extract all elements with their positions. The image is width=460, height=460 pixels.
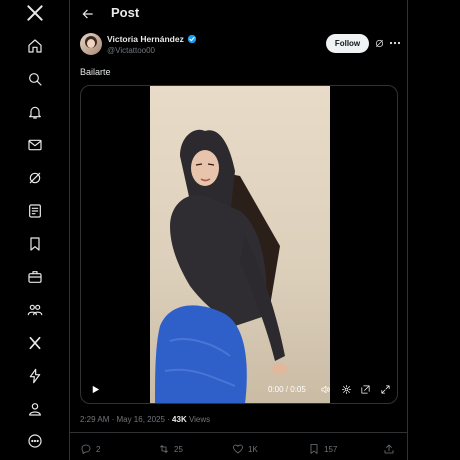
verified-badge-icon bbox=[187, 34, 197, 44]
share-button[interactable] bbox=[383, 442, 399, 456]
post-timestamp[interactable]: 2:29 AM · May 16, 2025 · bbox=[80, 415, 172, 424]
bookmark-button[interactable]: 157 bbox=[308, 442, 337, 456]
verified-orgs-bolt-icon[interactable] bbox=[25, 366, 45, 386]
grok-icon[interactable] bbox=[25, 168, 45, 188]
bookmark-icon bbox=[310, 444, 318, 454]
play-icon[interactable] bbox=[88, 382, 102, 396]
follow-button[interactable]: Follow bbox=[326, 34, 369, 53]
bookmarks-icon[interactable] bbox=[25, 234, 45, 254]
repost-count: 25 bbox=[174, 444, 183, 454]
share-icon bbox=[384, 444, 394, 454]
explore-search-icon[interactable] bbox=[25, 69, 45, 89]
repost-icon bbox=[160, 445, 168, 453]
x-logo-icon[interactable] bbox=[25, 3, 45, 23]
pip-icon[interactable] bbox=[358, 382, 372, 396]
jobs-briefcase-icon[interactable] bbox=[25, 267, 45, 287]
post-meta: 2:29 AM · May 16, 2025 · 43K Views bbox=[80, 415, 210, 424]
video-person-image bbox=[155, 129, 288, 403]
avatar[interactable] bbox=[80, 33, 102, 55]
repost-button[interactable]: 25 bbox=[158, 442, 183, 456]
sidebar-nav bbox=[0, 0, 70, 460]
volume-icon[interactable] bbox=[318, 382, 332, 396]
home-icon[interactable] bbox=[25, 36, 45, 56]
post-header: Post bbox=[70, 0, 408, 28]
post-text: Bailarte bbox=[80, 67, 111, 77]
reply-count: 2 bbox=[96, 444, 101, 454]
like-button[interactable]: 1K bbox=[232, 442, 258, 456]
more-circle-icon[interactable] bbox=[25, 431, 45, 451]
profile-icon[interactable] bbox=[25, 399, 45, 419]
views-count: 43K bbox=[172, 415, 187, 424]
divider bbox=[70, 432, 408, 433]
video-thumbnail[interactable] bbox=[150, 86, 330, 403]
page-title: Post bbox=[111, 5, 140, 20]
author-name[interactable]: Victoria Hernández bbox=[107, 34, 184, 44]
communities-icon[interactable] bbox=[25, 300, 45, 320]
lists-icon[interactable] bbox=[25, 201, 45, 221]
fullscreen-icon[interactable] bbox=[378, 382, 392, 396]
notifications-bell-icon[interactable] bbox=[25, 102, 45, 122]
video-time: 0:00 / 0:05 bbox=[268, 385, 306, 394]
arrow-left-icon[interactable] bbox=[78, 4, 98, 24]
settings-gear-icon[interactable] bbox=[339, 382, 353, 396]
video-controls: 0:00 / 0:05 bbox=[81, 376, 397, 403]
messages-mail-icon[interactable] bbox=[25, 135, 45, 155]
grok-icon[interactable] bbox=[373, 37, 385, 49]
views-label: Views bbox=[186, 415, 211, 424]
author-handle[interactable]: @Victattoo00 bbox=[107, 46, 155, 55]
heart-icon bbox=[233, 444, 243, 454]
video-player[interactable]: 0:00 / 0:05 bbox=[80, 85, 398, 404]
bookmark-count: 157 bbox=[324, 444, 338, 454]
premium-x-icon[interactable] bbox=[25, 333, 45, 353]
like-count: 1K bbox=[248, 444, 258, 454]
main-column: Post Victoria Hernández @Victattoo00 Fol… bbox=[70, 0, 408, 460]
reply-icon bbox=[81, 444, 91, 454]
more-options-icon[interactable] bbox=[388, 37, 402, 49]
reply-button[interactable]: 2 bbox=[80, 442, 100, 456]
